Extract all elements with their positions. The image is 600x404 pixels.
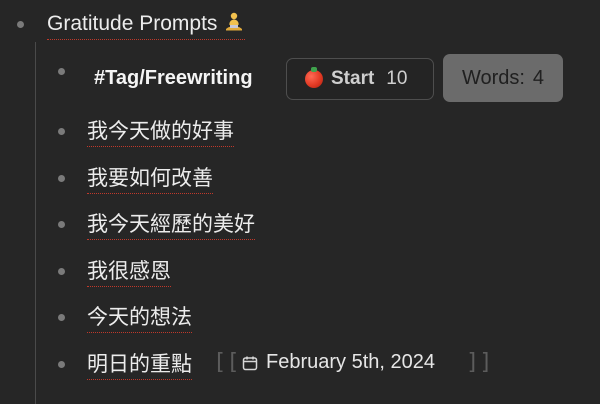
page-title-label: Gratitude Prompts bbox=[47, 12, 218, 35]
tag-link[interactable]: #Tag/Freewriting bbox=[94, 64, 253, 92]
bullet-item-5[interactable] bbox=[58, 314, 65, 321]
list-item-3[interactable]: 我今天經歷的美好 bbox=[87, 210, 255, 240]
list-item-6[interactable]: 明日的重點 bbox=[87, 350, 192, 380]
date-reference-link[interactable]: February 5th, 2024 bbox=[242, 351, 435, 374]
word-count-label: Words: bbox=[461, 66, 525, 89]
date-reference-label: February 5th, 2024 bbox=[266, 351, 435, 373]
bullet-tag[interactable] bbox=[58, 68, 65, 75]
outline-root: Gratitude Prompts #Tag/Freewriting Start… bbox=[0, 0, 600, 404]
pomodoro-start-label: Start bbox=[331, 68, 375, 89]
list-item-4[interactable]: 我很感恩 bbox=[87, 257, 171, 287]
indent-guide bbox=[35, 42, 36, 404]
close-bracket: ]] bbox=[466, 350, 493, 375]
bullet-root[interactable] bbox=[17, 21, 24, 28]
bullet-item-1[interactable] bbox=[58, 128, 65, 135]
word-count-button[interactable]: Words: 4 bbox=[443, 54, 563, 102]
bullet-item-3[interactable] bbox=[58, 221, 65, 228]
word-count-value: 4 bbox=[532, 66, 545, 89]
bullet-item-6[interactable] bbox=[58, 361, 65, 368]
pomodoro-count: 10 bbox=[386, 68, 408, 89]
meditation-emoji-icon bbox=[226, 12, 243, 31]
list-item-2[interactable]: 我要如何改善 bbox=[87, 164, 213, 194]
open-bracket: [[ bbox=[213, 350, 240, 375]
tomato-icon bbox=[305, 67, 323, 88]
bullet-item-4[interactable] bbox=[58, 268, 65, 275]
calendar-icon bbox=[242, 356, 258, 370]
pomodoro-start-button[interactable]: Start 10 bbox=[286, 58, 434, 100]
list-item-1[interactable]: 我今天做的好事 bbox=[87, 117, 234, 147]
bullet-item-2[interactable] bbox=[58, 175, 65, 182]
list-item-5[interactable]: 今天的想法 bbox=[87, 303, 192, 333]
page-title[interactable]: Gratitude Prompts bbox=[47, 10, 246, 40]
